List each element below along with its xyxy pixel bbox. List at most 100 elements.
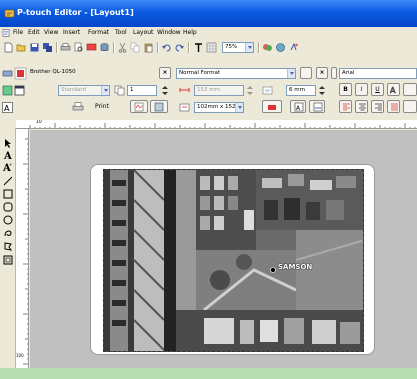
copies-value: 1 [130, 87, 134, 93]
transfer-icon[interactable] [86, 42, 97, 53]
menu-view[interactable]: View [44, 29, 58, 36]
layout-canvas[interactable]: SAMSON [30, 130, 417, 379]
auto-fit-button[interactable]: A [290, 100, 306, 113]
format-dialog-button[interactable] [300, 67, 312, 79]
print-preview-icon[interactable] [73, 42, 84, 53]
undo-icon[interactable] [161, 42, 172, 53]
chevron-down-icon[interactable] [101, 86, 109, 95]
menu-window[interactable]: Window [157, 29, 181, 36]
layout-style-icon[interactable] [262, 42, 273, 53]
rectangle-icon[interactable] [3, 189, 13, 199]
line-icon[interactable] [3, 176, 13, 186]
auto-fit-icon: A [294, 102, 304, 112]
photo-annotation-text[interactable]: SAMSON [278, 263, 312, 271]
ptouch-icon [4, 9, 15, 18]
menu-format[interactable]: Format [88, 29, 109, 36]
separator [258, 42, 260, 53]
menu-layout[interactable]: Layout [133, 29, 153, 36]
outline-button[interactable]: A [387, 83, 400, 96]
text-a-icon[interactable]: A [3, 150, 13, 160]
panel-grip[interactable] [331, 67, 337, 79]
align-center-button[interactable] [355, 100, 368, 113]
orientation-button[interactable] [262, 100, 282, 113]
paste-icon[interactable] [143, 42, 154, 53]
spinner-arrows-icon[interactable] [161, 85, 169, 96]
paper-size-icon [179, 103, 190, 112]
close-icon[interactable]: × [159, 67, 171, 79]
chevron-down-icon[interactable] [287, 69, 295, 78]
desktop-strip [0, 368, 417, 379]
separator [188, 42, 190, 53]
format-select[interactable]: Normal Format [176, 68, 296, 79]
print-button[interactable]: Print [95, 103, 109, 110]
copy-icon[interactable] [130, 42, 141, 53]
print-options-icon[interactable] [2, 85, 13, 96]
copies-spinner[interactable]: 1 [127, 85, 157, 96]
length-input[interactable]: 153 mm [194, 85, 244, 96]
clip-art-icon[interactable] [275, 42, 286, 53]
copies-icon [114, 85, 125, 96]
grid-icon[interactable] [206, 42, 217, 53]
ruler-ticks [23, 138, 28, 375]
label-printer-icon[interactable] [14, 67, 27, 80]
open-folder-icon[interactable] [16, 42, 27, 53]
font-value: Arial [342, 70, 355, 76]
chevron-down-icon[interactable] [245, 43, 253, 52]
zoom-select[interactable]: 75% [222, 42, 254, 53]
frame-icon[interactable] [3, 255, 13, 265]
arc-icon[interactable] [3, 228, 13, 238]
chevron-down-icon[interactable] [235, 103, 243, 112]
margin-value: 6 mm [289, 87, 305, 93]
svg-text:A: A [4, 104, 10, 113]
print-icon[interactable] [60, 42, 71, 53]
justify-button[interactable] [387, 100, 400, 113]
menu-file[interactable]: File [13, 29, 23, 36]
underline-button[interactable]: U [371, 83, 384, 96]
select-arrow-icon[interactable] [3, 138, 13, 148]
rounded-rectangle-icon[interactable] [3, 202, 13, 212]
help-icon[interactable] [288, 42, 299, 53]
paper-size-value: 102mm x 152r [197, 104, 238, 110]
window-mode-icon[interactable] [14, 85, 25, 96]
close-icon[interactable]: × [316, 67, 328, 79]
save-icon[interactable] [29, 42, 40, 53]
document-icon[interactable] [2, 29, 10, 37]
vertical-text-icon[interactable]: A+ [3, 162, 13, 172]
add-text-icon[interactable]: A [2, 102, 13, 113]
menu-bar: File Edit View Insert Format Tool Layout… [0, 27, 417, 39]
menu-edit[interactable]: Edit [28, 29, 40, 36]
property-dock: Brother QL-1050 × Standard 1 A Print Nor… [0, 56, 417, 120]
italic-button[interactable]: I [355, 83, 368, 96]
paper-size-select[interactable]: 102mm x 152r [194, 102, 244, 113]
cut-icon[interactable] [117, 42, 128, 53]
redo-icon[interactable] [174, 42, 185, 53]
printer-properties-icon[interactable] [2, 68, 13, 79]
aerial-photo-object[interactable]: SAMSON [103, 169, 364, 352]
title-bar[interactable]: P-touch Editor - [Layout1] [0, 0, 417, 27]
text-fit-button[interactable] [309, 100, 325, 113]
menu-help[interactable]: Help [183, 29, 197, 36]
separator [56, 42, 58, 53]
app-window: P-touch Editor - [Layout1] File Edit Vie… [0, 0, 417, 379]
bold-button[interactable]: B [339, 83, 352, 96]
save-all-icon[interactable] [42, 42, 53, 53]
font-select[interactable]: Arial [339, 68, 417, 79]
spinner-arrows-icon[interactable] [246, 85, 254, 96]
align-left-button[interactable] [339, 100, 352, 113]
mirror-print-button[interactable] [150, 100, 168, 113]
align-right-button[interactable] [371, 100, 384, 113]
new-file-icon[interactable] [3, 42, 14, 53]
polygon-icon[interactable] [3, 241, 13, 251]
database-icon[interactable] [99, 42, 110, 53]
quality-select[interactable]: Standard [58, 85, 110, 96]
spinner-arrows-icon[interactable] [318, 85, 326, 96]
margin-input[interactable]: 6 mm [286, 85, 316, 96]
print-settings-button[interactable] [130, 100, 148, 113]
label-paper[interactable]: SAMSON [90, 164, 375, 355]
ellipse-icon[interactable] [3, 215, 13, 225]
more-style-button[interactable] [403, 83, 417, 96]
vertical-align-button[interactable] [403, 100, 417, 113]
menu-insert[interactable]: Insert [63, 29, 80, 36]
text-tool-icon[interactable] [193, 42, 204, 53]
menu-tool[interactable]: Tool [115, 29, 127, 36]
